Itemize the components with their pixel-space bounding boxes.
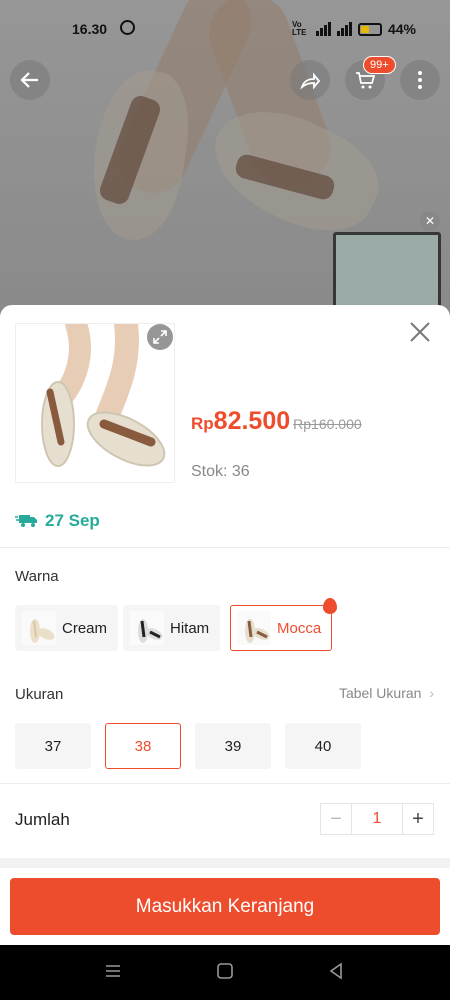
more-vertical-icon bbox=[418, 71, 422, 89]
cart-button[interactable]: 99+ bbox=[345, 56, 396, 100]
back-button[interactable] bbox=[10, 60, 50, 100]
price-block: Rp 82.500 Rp160.000 bbox=[191, 407, 362, 436]
arrow-left-icon bbox=[20, 72, 38, 88]
truck-icon bbox=[15, 515, 37, 527]
delivery-date: 27 Sep bbox=[45, 511, 100, 530]
variant-label: Hitam bbox=[170, 619, 210, 637]
color-section-label: Warna bbox=[15, 568, 59, 585]
size-guide-label: Tabel Ukuran bbox=[338, 685, 422, 701]
status-time: 16.30 bbox=[72, 21, 108, 37]
variant-thumbnail bbox=[22, 611, 56, 645]
status-bar: 16.30 Vo LTE 44% bbox=[0, 18, 450, 42]
size-section-label: Ukuran bbox=[15, 686, 64, 703]
close-icon bbox=[410, 322, 430, 342]
increase-quantity-button[interactable]: + bbox=[403, 804, 433, 834]
divider bbox=[0, 858, 450, 868]
battery-icon bbox=[357, 22, 382, 36]
quantity-input[interactable]: 1 bbox=[351, 804, 403, 834]
quantity-label: Jumlah bbox=[15, 810, 70, 829]
more-button[interactable] bbox=[400, 60, 440, 100]
add-to-cart-button[interactable]: Masukkan Keranjang bbox=[10, 878, 440, 935]
system-nav-bar bbox=[0, 945, 450, 1000]
variant-option-hitam[interactable]: Hitam bbox=[123, 605, 221, 651]
variant-label: Mocca bbox=[277, 619, 322, 637]
size-option-38[interactable]: 38 bbox=[105, 723, 181, 769]
variant-option-mocca[interactable]: Mocca bbox=[230, 598, 338, 651]
sandal-image bbox=[41, 324, 166, 467]
share-button[interactable] bbox=[290, 60, 330, 100]
decrease-quantity-button[interactable]: − bbox=[321, 804, 351, 834]
stock-label: Stok: 36 bbox=[191, 463, 250, 480]
variant-thumbnail bbox=[130, 611, 164, 645]
fire-icon bbox=[323, 598, 338, 614]
chevron-right-icon: › bbox=[429, 685, 434, 701]
close-sheet-button[interactable] bbox=[408, 321, 432, 345]
variant-thumbnail bbox=[237, 611, 271, 645]
signal-icon bbox=[315, 22, 331, 36]
divider bbox=[0, 547, 450, 548]
price-value: 82.500 bbox=[213, 407, 291, 435]
delivery-estimate: 27 Sep bbox=[15, 511, 100, 531]
whatsapp-icon bbox=[120, 20, 135, 35]
size-option-39[interactable]: 39 bbox=[195, 723, 271, 769]
expand-image-button[interactable] bbox=[147, 324, 173, 350]
back-icon[interactable] bbox=[327, 962, 345, 980]
network-label: Vo LTE bbox=[291, 20, 307, 37]
price-currency: Rp bbox=[191, 414, 214, 433]
variant-bottom-sheet: Rp 82.500 Rp160.000 Stok: 36 27 Sep Warn… bbox=[0, 305, 450, 945]
share-icon bbox=[300, 72, 321, 90]
menu-icon[interactable] bbox=[104, 962, 122, 980]
size-option-37[interactable]: 37 bbox=[15, 723, 91, 769]
divider bbox=[0, 783, 450, 784]
expand-icon bbox=[153, 330, 167, 344]
signal-icon-2 bbox=[336, 22, 352, 36]
close-icon[interactable]: ✕ bbox=[420, 211, 440, 231]
size-option-40[interactable]: 40 bbox=[285, 723, 361, 769]
home-icon[interactable] bbox=[216, 962, 234, 980]
cart-badge: 99+ bbox=[363, 56, 396, 74]
battery-percent: 44% bbox=[387, 21, 416, 37]
original-price: Rp160.000 bbox=[293, 416, 362, 432]
size-guide-link[interactable]: Tabel Ukuran › bbox=[339, 685, 434, 701]
variant-label: Cream bbox=[62, 619, 108, 637]
variant-option-cream[interactable]: Cream bbox=[15, 605, 119, 651]
quantity-stepper: − 1 + bbox=[320, 803, 434, 835]
